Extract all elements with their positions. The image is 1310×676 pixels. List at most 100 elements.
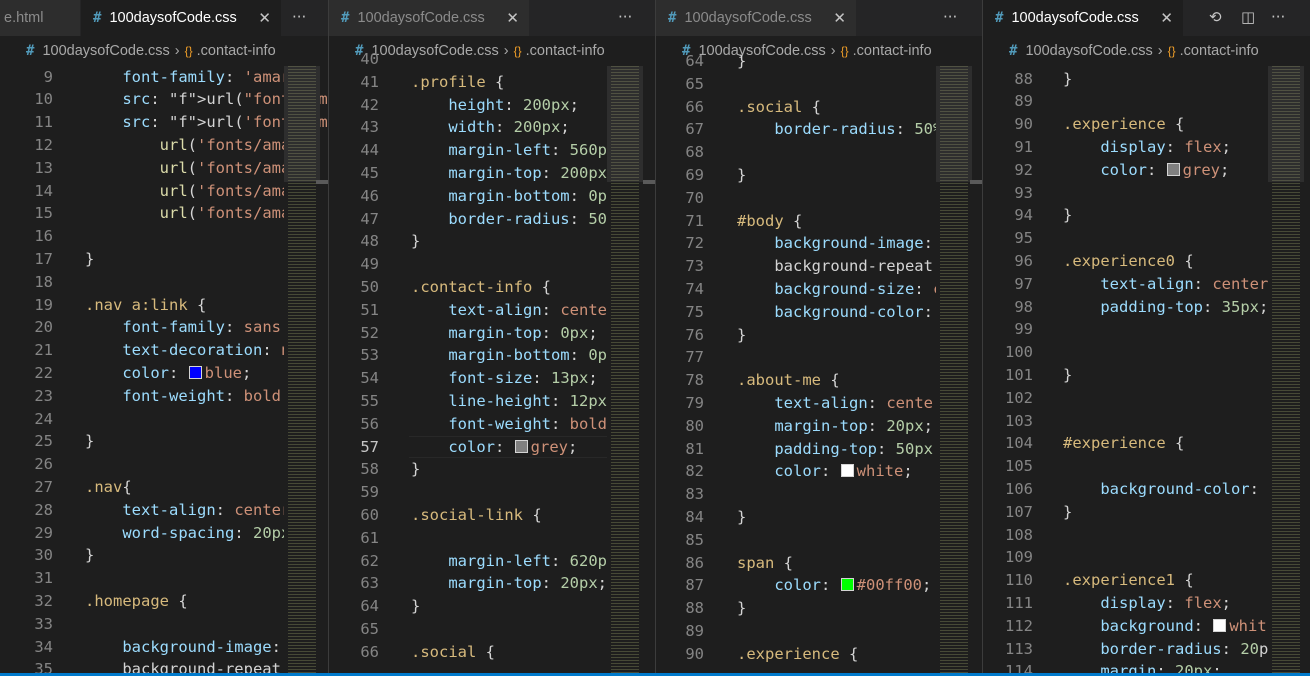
code-line[interactable]: 107} [983,501,1262,524]
code-line[interactable]: 96 .experience0 { [983,250,1262,273]
code-line[interactable]: 102 [983,387,1262,410]
code-line[interactable]: 25} [0,430,280,453]
code-line[interactable]: 44 margin-left: 560px [329,139,616,162]
code-line[interactable]: 62 margin-left: 620px [329,550,616,573]
code-line[interactable]: 75 background-color: [656,301,934,324]
code-line[interactable]: 15 url('fonts/ama [0,202,290,225]
code-line[interactable]: 19 .nav a:link { [0,294,280,317]
code-line[interactable]: 101} [983,364,1262,387]
minimap[interactable] [607,66,643,676]
code-line[interactable]: 65 [329,618,607,641]
code-line[interactable]: 89 [656,620,934,643]
code-line[interactable]: 88} [983,68,1262,91]
code-line[interactable]: 59 [329,481,607,504]
code-line[interactable]: 100 [983,341,1262,364]
code-line[interactable]: 30} [0,544,280,567]
code-line[interactable]: 54 font-size: 13px; [329,367,607,390]
code-line[interactable]: 94} [983,204,1262,227]
code-line[interactable]: 55 line-height: 12px [329,390,607,413]
code-line[interactable]: 104 #experience { [983,432,1262,455]
code-line[interactable]: 66 .social { [656,96,934,119]
code-line[interactable]: 66 .social { [329,641,607,664]
code-area[interactable]: 9 font-family: 'amar10 src: "f">url("fon… [0,66,327,676]
code-line[interactable]: 10 src: "f">url("fonts/am [0,88,327,111]
code-line[interactable]: 108 [983,524,1262,547]
code-line[interactable]: 68 [656,141,934,164]
code-line[interactable]: 93 [983,182,1262,205]
code-line[interactable]: 41 .profile { [329,71,607,94]
code-line[interactable]: 113 border-radius: 20p [983,638,1268,661]
code-line[interactable]: 112 background: whit [983,615,1267,638]
code-line[interactable]: 97 text-align: center [983,273,1268,296]
split-editor-icon[interactable]: ◫ [1241,8,1255,26]
code-line[interactable]: 74 background-size: c [656,278,942,301]
minimap[interactable] [936,66,972,676]
code-line[interactable]: 111 display: flex; [983,592,1262,615]
code-line[interactable]: 13 url('fonts/ama [0,157,290,180]
code-line[interactable]: 99 [983,318,1262,341]
breadcrumb-file[interactable]: 100daysofCode.css [42,43,169,59]
code-area[interactable]: 88} 89 90 .experience {91 display: flex; 92 … [983,66,1268,676]
more-actions-icon[interactable]: ··· [943,8,957,26]
code-line[interactable]: 91 display: flex; [983,136,1262,159]
code-line[interactable]: 63 margin-top: 20px; [329,572,607,595]
vertical-scrollbar[interactable] [970,66,982,676]
code-line[interactable]: 21 text-decoration: n [0,339,290,362]
code-line[interactable]: 95 [983,227,1262,250]
code-line[interactable]: 67 border-radius: 50% [656,118,942,141]
more-actions-icon[interactable]: ··· [292,8,306,26]
code-line[interactable]: 60 .social-link { [329,504,607,527]
vertical-scrollbar[interactable] [316,66,328,676]
code-line[interactable]: 18 [0,271,280,294]
code-line[interactable]: 34 background-image: [0,636,281,659]
code-line[interactable]: 31 [0,567,280,590]
code-line[interactable]: 81 padding-top: 50px [656,438,934,461]
code-line[interactable]: 76} [656,324,934,347]
breadcrumb-symbol[interactable]: .contact-info [197,43,276,59]
code-line[interactable]: 12 url('fonts/ama [0,134,290,157]
code-line[interactable]: 47 border-radius: 50% [329,208,616,231]
more-actions-icon[interactable]: ··· [1271,8,1285,26]
code-line[interactable]: 32 .homepage { [0,590,280,613]
tab-html-file[interactable]: e.html [0,0,80,36]
code-line[interactable]: 61 [329,527,607,550]
breadcrumb-file[interactable]: 100daysofCode.css [1025,43,1152,59]
minimap[interactable] [1268,66,1304,676]
code-line[interactable]: 26 [0,453,280,476]
code-line[interactable]: 110 .experience1 { [983,569,1262,592]
code-line[interactable]: 88} [656,597,934,620]
code-line[interactable]: 80 margin-top: 20px; [656,415,934,438]
code-line[interactable]: 52 margin-top: 0px; [329,322,607,345]
code-line[interactable]: 40 [329,48,607,71]
close-icon[interactable]: ✕ [1160,9,1173,27]
code-line[interactable]: 87 color: #00ff00; [656,574,934,597]
code-line[interactable]: 50 .contact-info { [329,276,607,299]
tab-css-file[interactable]: # 100daysofCode.css ✕ [656,0,856,36]
code-line[interactable]: 11 src: "f">url('fonts/am [0,111,327,134]
code-line[interactable]: 45 margin-top: 200px [329,162,607,185]
code-area[interactable]: 40 41 .profile {42 height: 200px; 43 width:… [329,50,616,676]
code-line[interactable]: 24 [0,408,280,431]
minimap[interactable] [284,66,320,676]
editor-pane-2[interactable]: # 100daysofCode.css ✕ ··· # 100daysofCod… [329,0,655,676]
code-line[interactable]: 82 color: white; [656,460,934,483]
tab-css-file[interactable]: # 100daysofCode.css ✕ [329,0,529,36]
code-line[interactable]: 20 font-family: sans [0,316,281,339]
code-line[interactable]: 57 color: grey; [329,435,607,459]
code-line[interactable]: 109 [983,546,1262,569]
code-line[interactable]: 56 font-weight: bold [329,413,607,436]
code-line[interactable]: 79 text-align: cente [656,392,934,415]
code-line[interactable]: 85 [656,529,934,552]
code-line[interactable]: 69} [656,164,934,187]
code-line[interactable]: 78 .about-me { [656,369,934,392]
code-line[interactable]: 23 font-weight: bold [0,385,281,408]
code-line[interactable]: 89 [983,90,1262,113]
code-line[interactable]: 73 background-repeat [656,255,934,278]
code-line[interactable]: 28 text-align: center [0,499,290,522]
code-line[interactable]: 17} [0,248,280,271]
code-line[interactable]: 64} [656,50,934,73]
code-line[interactable]: 70 [656,187,934,210]
tab-css-file[interactable]: # 100daysofCode.css ✕ [81,0,281,36]
code-line[interactable]: 42 height: 200px; [329,94,607,117]
code-line[interactable]: 9 font-family: 'amar [0,66,291,89]
